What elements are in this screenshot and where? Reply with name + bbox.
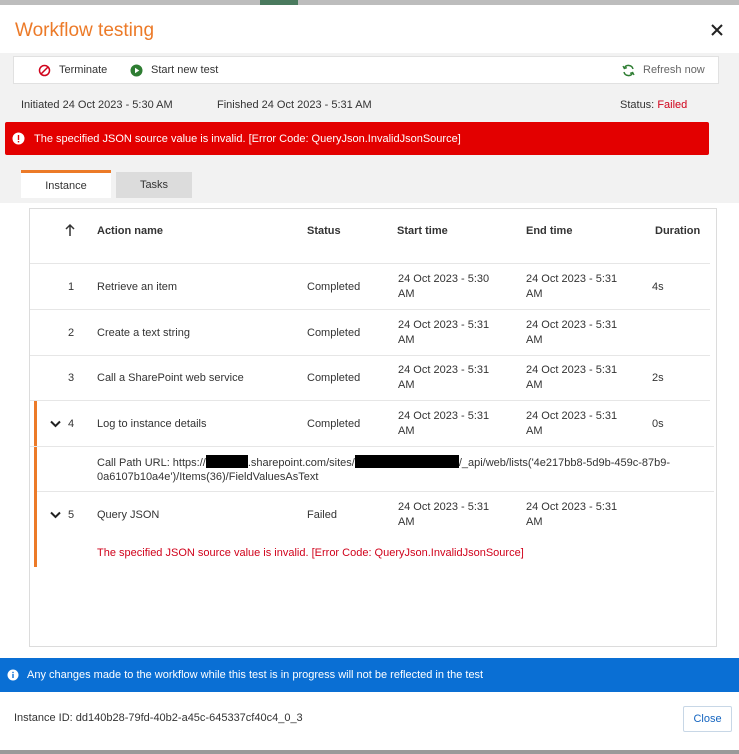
row-number: 5 (68, 509, 75, 521)
row-number: 2 (68, 327, 75, 339)
finished-info: Finished 24 Oct 2023 - 5:31 AM (217, 99, 372, 111)
row-number: 1 (68, 281, 75, 293)
row-5-error-detail: The specified JSON source value is inval… (97, 547, 524, 559)
status-value: Failed (657, 99, 688, 111)
chevron-down-icon[interactable] (50, 420, 61, 428)
info-banner: Any changes made to the workflow while t… (0, 658, 739, 692)
row-number: 3 (68, 372, 75, 384)
close-button[interactable]: Close (683, 706, 732, 732)
table-row[interactable]: 2 Create a text string Completed 24 Oct … (30, 310, 710, 356)
action-duration: 4s (652, 281, 664, 293)
chevron-down-icon[interactable] (50, 511, 61, 519)
tab-tasks[interactable]: Tasks (116, 172, 192, 198)
finished-value: 24 Oct 2023 - 5:31 AM (261, 99, 372, 111)
instance-id-value: dd140b28-79fd-40b2-a45c-645337cf40c4_0_3 (75, 712, 303, 724)
action-name: Log to instance details (97, 418, 207, 430)
info-message: Any changes made to the workflow while t… (27, 669, 484, 681)
row-number: 4 (68, 418, 75, 430)
info-icon (7, 669, 19, 681)
initiated-info: Initiated 24 Oct 2023 - 5:30 AM (21, 99, 173, 111)
instance-meta: Initiated 24 Oct 2023 - 5:30 AM Finished… (21, 99, 721, 113)
table-row[interactable]: 1 Retrieve an item Completed 24 Oct 2023… (30, 264, 710, 310)
error-message: The specified JSON source value is inval… (34, 132, 461, 145)
action-start-time: 24 Oct 2023 - 5:31 AM (398, 319, 490, 346)
tab-instance[interactable]: Instance (21, 170, 111, 198)
action-status: Failed (307, 509, 337, 521)
status-info: Status: Failed (620, 99, 687, 111)
refresh-now-button[interactable]: Refresh now (622, 57, 705, 83)
header-status[interactable]: Status (307, 225, 341, 237)
terminate-label: Terminate (59, 64, 108, 76)
header-start-time[interactable]: Start time (397, 225, 448, 237)
action-status: Completed (307, 281, 361, 293)
terminate-icon (38, 64, 51, 77)
start-new-test-label: Start new test (151, 64, 219, 76)
close-dialog-button[interactable] (709, 22, 725, 38)
instance-id-label: Instance ID: (14, 712, 73, 724)
action-duration: 0s (652, 418, 664, 430)
redacted-tenant (205, 455, 248, 468)
terminate-button[interactable]: Terminate (38, 57, 107, 83)
action-start-time: 24 Oct 2023 - 5:31 AM (398, 410, 490, 437)
action-name: Call a SharePoint web service (97, 372, 244, 384)
table-row[interactable]: 4 Log to instance details Completed 24 O… (30, 401, 714, 447)
redacted-site (354, 455, 459, 468)
call-path-prefix: Call Path URL: https:// (97, 457, 206, 469)
action-status: Completed (307, 372, 361, 384)
action-end-time: 24 Oct 2023 - 5:31 AM (526, 319, 618, 346)
action-start-time: 24 Oct 2023 - 5:31 AM (398, 364, 490, 391)
refresh-icon (622, 64, 635, 77)
refresh-now-label: Refresh now (643, 64, 705, 76)
header-action-name[interactable]: Action name (97, 225, 163, 237)
action-name: Retrieve an item (97, 281, 178, 293)
action-end-time: 24 Oct 2023 - 5:31 AM (526, 410, 618, 437)
start-new-test-button[interactable]: Start new test (130, 57, 218, 83)
finished-label: Finished (217, 99, 259, 111)
play-icon (130, 64, 143, 77)
header-end-time[interactable]: End time (526, 225, 572, 237)
toolbar: Terminate Start new test Refresh now (13, 56, 719, 84)
close-icon (711, 24, 723, 36)
action-name: Create a text string (97, 327, 190, 339)
action-start-time: 24 Oct 2023 - 5:30 AM (398, 273, 490, 300)
dialog-title: Workflow testing (15, 20, 155, 41)
action-end-time: 24 Oct 2023 - 5:31 AM (526, 273, 618, 300)
call-path-middle: .sharepoint.com/sites/ (247, 457, 355, 469)
action-duration: 2s (652, 372, 664, 384)
action-status: Completed (307, 327, 361, 339)
action-status: Completed (307, 418, 361, 430)
row-4-detail: Call Path URL: https:// .sharepoint.com/s… (97, 455, 707, 484)
table-row[interactable]: 5 Query JSON Failed 24 Oct 2023 - 5:31 A… (30, 492, 714, 538)
action-end-time: 24 Oct 2023 - 5:31 AM (526, 501, 618, 528)
action-name: Query JSON (97, 509, 160, 521)
action-end-time: 24 Oct 2023 - 5:31 AM (526, 364, 618, 391)
initiated-label: Initiated (21, 99, 60, 111)
instance-id: Instance ID: dd140b28-79fd-40b2-a45c-645… (14, 712, 303, 724)
actions-panel: Action name Status Start time End time D… (29, 208, 717, 647)
status-label: Status: (620, 99, 655, 111)
action-start-time: 24 Oct 2023 - 5:31 AM (398, 501, 490, 528)
sort-arrow-up-icon[interactable] (64, 223, 76, 237)
background-bottom-bar (0, 750, 739, 754)
error-icon (12, 132, 25, 145)
table-row[interactable]: 3 Call a SharePoint web service Complete… (30, 355, 710, 401)
error-banner: The specified JSON source value is inval… (5, 122, 709, 155)
initiated-value: 24 Oct 2023 - 5:30 AM (62, 99, 173, 111)
header-duration[interactable]: Duration (655, 225, 700, 237)
